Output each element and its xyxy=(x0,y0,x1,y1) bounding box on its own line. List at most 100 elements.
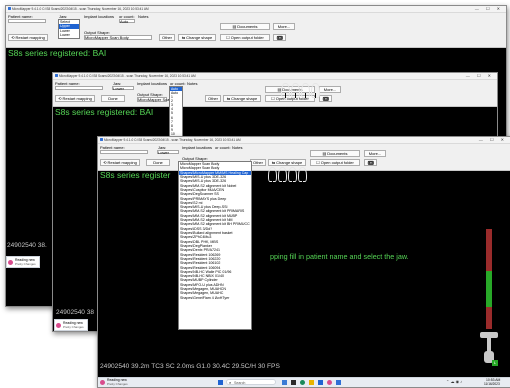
tooth-icon[interactable] xyxy=(268,167,277,182)
window-controls[interactable]: — ☐ ✕ xyxy=(475,6,503,11)
restart-mapping-button[interactable]: ⟲Restart mapping xyxy=(8,34,48,41)
notes-label: Notes xyxy=(138,14,149,19)
stats-readout: 24902540 39.2m TC3 SC 2.0ms G1.0 30.4C 2… xyxy=(100,363,280,370)
more-button[interactable]: More... xyxy=(364,150,386,157)
notification-icon xyxy=(56,322,61,328)
restart-icon: ⟲ xyxy=(11,35,15,40)
tooth-icon[interactable] xyxy=(281,83,290,98)
count-dropdown-list[interactable]: Auto Auto 1 2 3 4 5 6 7 8 9 10 xyxy=(169,86,183,142)
meter-green-bar xyxy=(486,271,492,307)
notif-sub: Pretty Changes xyxy=(107,382,128,386)
window-title: MicroMapper 9.4.1.0 C:\S8 Scans\2023\04\… xyxy=(59,73,196,78)
tooth-icon[interactable] xyxy=(311,83,320,98)
notes-label: Notes xyxy=(187,81,198,86)
taskbar-app-icon[interactable] xyxy=(318,379,323,385)
output-shape-dropdown[interactable]: MicroMapper Scan Body MicroMapper Scan B… xyxy=(178,161,252,330)
other-button[interactable]: Other xyxy=(250,159,266,166)
tooth-icon[interactable] xyxy=(288,167,297,182)
implant-locations-label: Implant locations xyxy=(137,81,168,86)
shape-option[interactable]: Shapes\GeneiFlam 4 lAxHTyer xyxy=(179,296,251,300)
notification-toast[interactable]: Reading new Pretty Changes xyxy=(99,378,133,386)
patient-name-field[interactable] xyxy=(100,150,148,154)
window-controls[interactable]: — ☐ ✕ xyxy=(466,73,494,78)
jaw-value: Lower xyxy=(158,149,169,155)
implant-locations-label: Implant locations xyxy=(182,145,213,150)
window-controls[interactable]: — ☐ ✕ xyxy=(479,137,507,142)
stats-readout: 24902540 38. xyxy=(7,242,47,249)
tooth-chart xyxy=(268,167,308,182)
done-button[interactable]: Done xyxy=(146,159,170,166)
tray-icons[interactable]: ⌃ ☁ ◉ ♪ xyxy=(446,379,462,384)
restart-icon: ⟲ xyxy=(58,96,62,101)
patient-name-field[interactable] xyxy=(8,19,46,23)
jaw-dropdown-list[interactable]: Select Upper Lower Lower xyxy=(58,19,80,39)
jaw-value: Lower xyxy=(113,85,124,91)
search-icon: ⌕ xyxy=(229,380,232,385)
restart-mapping-button[interactable]: ⟲Restart mapping xyxy=(55,95,95,102)
app-icon xyxy=(7,7,11,11)
taskbar-search[interactable]: ⌕ Search xyxy=(226,379,276,385)
restart-mapping-button[interactable]: ⟲Restart mapping xyxy=(100,159,140,166)
count-value: Auto xyxy=(120,18,129,24)
tooth-icon[interactable] xyxy=(301,83,310,98)
taskbar-app-icon[interactable] xyxy=(327,379,332,385)
checkbox-icon: ☐ xyxy=(316,160,320,165)
app-icon xyxy=(54,74,58,78)
stats-readout: 24902540 38 xyxy=(56,309,94,316)
tooth-icon[interactable] xyxy=(278,167,287,182)
camera-button[interactable] xyxy=(273,34,286,41)
window-title: MicroMapper 9.4.1.0 C:\S8 Scans\2023\04\… xyxy=(104,137,241,142)
control-panel: Patient name: Jaw: Select Upper Lower Lo… xyxy=(6,13,506,48)
jaw-option[interactable]: Lower xyxy=(59,33,79,37)
app-icon xyxy=(99,138,103,142)
other-button[interactable]: Other xyxy=(205,95,221,102)
meter-red-bottom xyxy=(486,307,492,329)
taskbar-app-icon[interactable] xyxy=(336,379,341,385)
series-registered-text: S8s series registered: BAI xyxy=(55,107,154,117)
other-button[interactable]: Other xyxy=(159,34,175,41)
window-title: MicroMapper 9.4.1.0 C:\S8 Scans\2023\04\… xyxy=(12,6,149,11)
meter-red-top xyxy=(486,229,492,271)
done-button[interactable]: Done xyxy=(101,95,125,102)
title-bar: MicroMapper 9.4.1.0 C:\S8 Scans\2023\04\… xyxy=(6,6,506,13)
documents-icon: ▤ xyxy=(322,151,327,156)
change-shape-button[interactable]: ⇆Change shape xyxy=(178,34,216,41)
documents-button[interactable]: ▤Documents xyxy=(310,150,360,157)
change-shape-button[interactable]: ⇆Change shape xyxy=(223,95,261,102)
tooth-icon[interactable] xyxy=(291,83,300,98)
implant-locations-label: Implant locations xyxy=(84,14,115,19)
more-button[interactable]: More... xyxy=(319,86,341,93)
control-panel: Patient name: Jaw: Lower Implant locatio… xyxy=(53,80,497,107)
notification-toast[interactable]: Reading new Pretty Changes xyxy=(54,319,88,331)
documents-button[interactable]: ▤Documents xyxy=(220,23,270,30)
tooth-chart xyxy=(281,83,321,98)
more-button[interactable]: More... xyxy=(273,23,295,30)
restart-icon: ⟲ xyxy=(103,160,107,165)
change-shape-icon: ⇆ xyxy=(226,96,231,101)
notification-toast[interactable]: Reading new Pretty Changes xyxy=(6,256,40,268)
or-count-label: or count: xyxy=(215,145,231,150)
change-shape-icon: ⇆ xyxy=(181,35,186,40)
notif-sub: Pretty Changes xyxy=(63,325,84,329)
open-output-folder-button[interactable]: ☐Open output folder xyxy=(220,34,270,41)
taskbar-app-icon[interactable] xyxy=(282,379,287,385)
change-shape-icon: ⇆ xyxy=(271,160,276,165)
notif-sub: Pretty Changes xyxy=(15,262,36,266)
clock-date[interactable]: 11/16/2023 xyxy=(484,382,500,386)
taskbar-app-icon[interactable] xyxy=(309,379,314,385)
checkbox-icon: ☐ xyxy=(226,35,230,40)
open-output-folder-button[interactable]: ☐Open output folder xyxy=(310,159,360,166)
taskbar-app-icon[interactable] xyxy=(300,379,305,385)
search-label: Search xyxy=(234,380,246,385)
windows-start-icon[interactable] xyxy=(218,379,223,385)
tooth-icon[interactable] xyxy=(298,167,307,182)
change-shape-button[interactable]: ⇆Change shape xyxy=(268,159,306,166)
patient-name-field[interactable] xyxy=(55,86,103,90)
notification-icon xyxy=(100,379,105,385)
series-registered-text: S8s series register xyxy=(100,170,171,180)
taskbar: Reading new Pretty Changes ⌕ Search ⌃ ☁ … xyxy=(98,377,510,387)
camera-button[interactable] xyxy=(364,159,377,166)
title-bar: MicroMapper 9.4.1.0 C:\S8 Scans\2023\04\… xyxy=(53,73,497,80)
app-window-3: MicroMapper 9.4.1.0 C:\S8 Scans\2023\04\… xyxy=(97,136,510,388)
taskbar-app-icon[interactable] xyxy=(291,379,296,385)
